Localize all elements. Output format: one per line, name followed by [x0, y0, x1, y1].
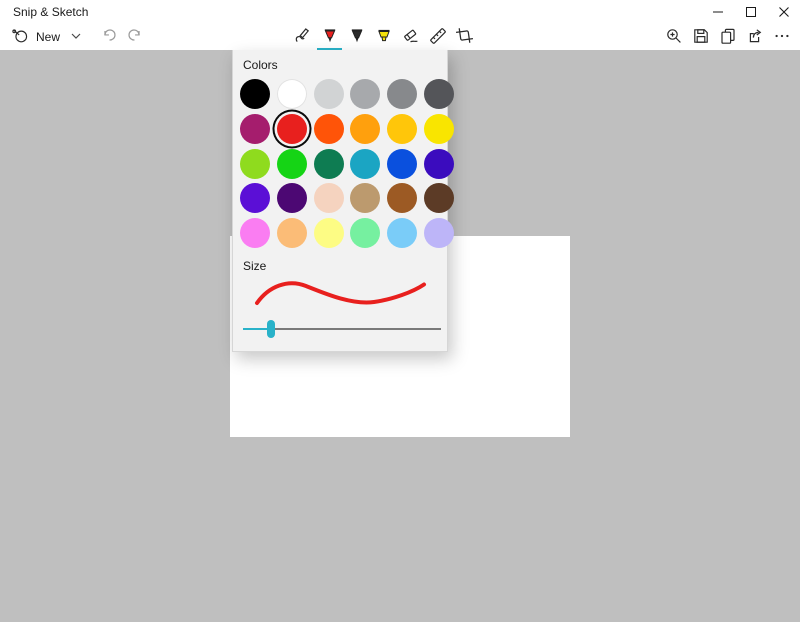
copy-icon [719, 27, 737, 48]
copy-button[interactable] [714, 24, 741, 50]
share-button[interactable] [741, 24, 768, 50]
magnifier-icon [665, 27, 683, 48]
swatch-medium-gray[interactable] [387, 79, 417, 109]
swatch-gray[interactable] [350, 79, 380, 109]
snip-and-sketch-window: Snip & Sketch [0, 0, 800, 622]
swatch-white[interactable] [277, 79, 307, 109]
stroke-preview-path [257, 283, 424, 303]
maximize-button[interactable] [734, 0, 767, 24]
swatch-beige[interactable] [314, 183, 344, 213]
highlighter-icon [374, 26, 394, 49]
swatch-light-magenta[interactable] [240, 218, 270, 248]
share-icon [746, 27, 764, 48]
window-title: Snip & Sketch [0, 5, 88, 19]
ballpoint-pen-icon [320, 26, 340, 49]
swatch-indigo[interactable] [424, 149, 454, 179]
swatch-tan[interactable] [350, 183, 380, 213]
toolbar: New [0, 24, 800, 50]
eraser-button[interactable] [397, 24, 424, 50]
crop-icon [455, 26, 474, 48]
snip-new-icon [11, 26, 30, 48]
pen-options-flyout: Colors Size [232, 50, 448, 352]
swatch-yellow[interactable] [424, 114, 454, 144]
ballpoint-pen-button[interactable] [316, 24, 343, 50]
close-button[interactable] [767, 0, 800, 24]
save-icon [692, 27, 710, 48]
caption-buttons [701, 0, 800, 24]
swatch-dark-brown[interactable] [424, 183, 454, 213]
swatch-mint-green[interactable] [350, 218, 380, 248]
ruler-button[interactable] [424, 24, 451, 50]
touch-writing-button[interactable] [289, 24, 316, 50]
swatch-red[interactable] [277, 114, 307, 144]
swatch-teal[interactable] [350, 149, 380, 179]
new-snip-dropdown-button[interactable] [65, 24, 87, 50]
swatch-green[interactable] [277, 149, 307, 179]
swatch-gold[interactable] [387, 114, 417, 144]
swatch-blue[interactable] [387, 149, 417, 179]
swatch-dark-green[interactable] [314, 149, 344, 179]
toolbar-actions-group [660, 24, 795, 50]
highlighter-button[interactable] [370, 24, 397, 50]
more-options-button[interactable] [768, 24, 795, 50]
toolbar-left-group: New [6, 24, 147, 50]
close-icon [778, 6, 790, 18]
new-snip-label: New [36, 30, 60, 44]
swatch-dark-gray[interactable] [424, 79, 454, 109]
save-button[interactable] [687, 24, 714, 50]
swatch-light-blue[interactable] [387, 218, 417, 248]
redo-button[interactable] [122, 24, 147, 50]
new-snip-button[interactable]: New [6, 24, 65, 50]
color-grid [240, 79, 454, 248]
titlebar: Snip & Sketch [0, 0, 800, 24]
ruler-icon [428, 26, 448, 49]
swatch-light-orange[interactable] [350, 114, 380, 144]
swatch-brown[interactable] [387, 183, 417, 213]
swatch-lavender[interactable] [424, 218, 454, 248]
swatch-dark-magenta[interactable] [240, 114, 270, 144]
minimize-icon [712, 6, 724, 18]
ellipsis-icon [773, 27, 791, 48]
eraser-icon [401, 26, 421, 49]
pencil-button[interactable] [343, 24, 370, 50]
size-label: Size [243, 259, 266, 273]
swatch-dark-purple[interactable] [277, 183, 307, 213]
minimize-button[interactable] [701, 0, 734, 24]
swatch-light-yellow[interactable] [314, 218, 344, 248]
slider-thumb[interactable] [267, 320, 275, 338]
crop-button[interactable] [451, 24, 478, 50]
swatch-peach[interactable] [277, 218, 307, 248]
redo-icon [126, 27, 143, 47]
undo-icon [101, 27, 118, 47]
maximize-icon [745, 6, 757, 18]
swatch-lime-green[interactable] [240, 149, 270, 179]
colors-label: Colors [243, 58, 278, 72]
toolbar-tools-group [289, 24, 478, 50]
pencil-icon [347, 26, 367, 49]
chevron-down-icon [70, 30, 82, 45]
size-slider[interactable] [243, 319, 441, 339]
swatch-violet[interactable] [240, 183, 270, 213]
zoom-button[interactable] [660, 24, 687, 50]
swatch-orange[interactable] [314, 114, 344, 144]
undo-button[interactable] [97, 24, 122, 50]
swatch-black[interactable] [240, 79, 270, 109]
swatch-light-gray[interactable] [314, 79, 344, 109]
touch-writing-icon [293, 26, 313, 49]
